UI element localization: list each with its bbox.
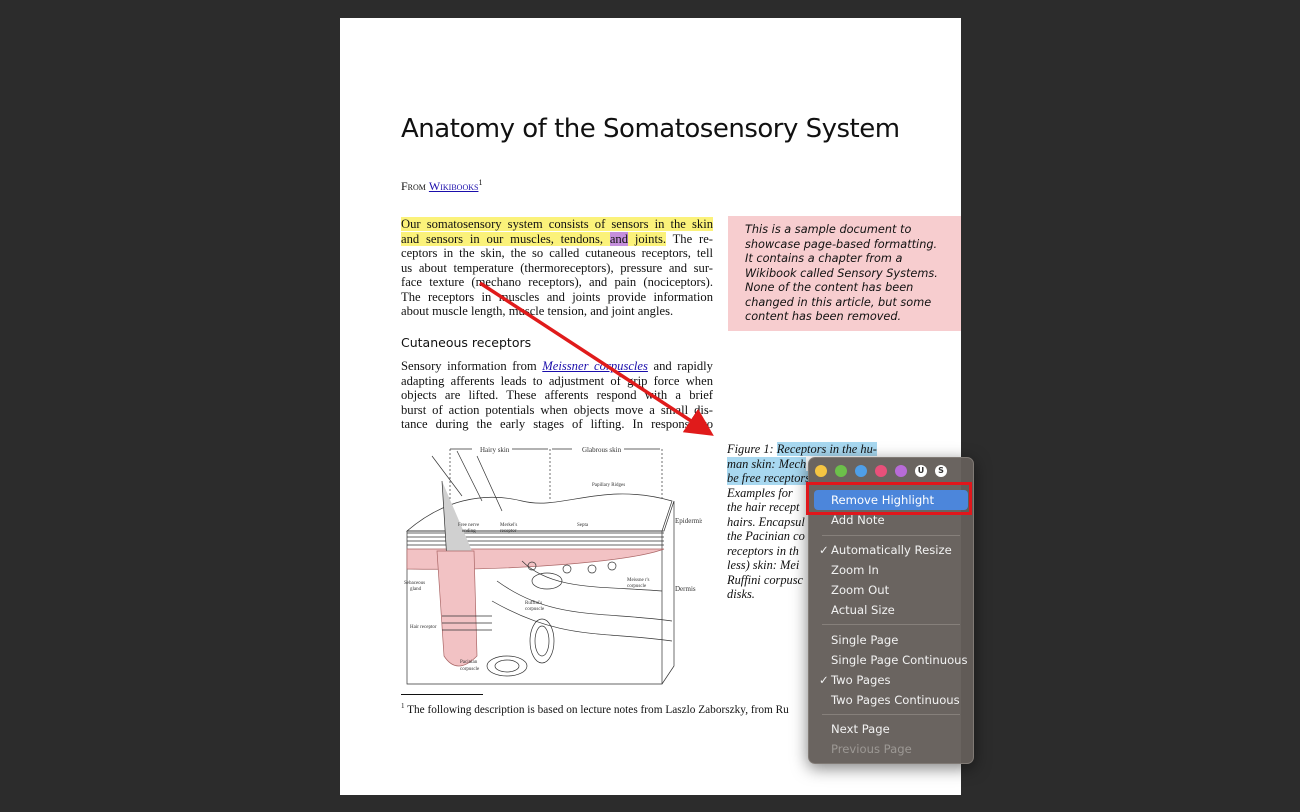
svg-text:corpuscle: corpuscle: [460, 667, 480, 672]
svg-text:corpuscle: corpuscle: [627, 584, 647, 589]
menu-item-single-page-continuous[interactable]: Single Page Continuous: [814, 650, 968, 670]
svg-text:Sebaceous: Sebaceous: [404, 581, 425, 586]
menu-item-single-page[interactable]: Single Page: [814, 630, 968, 650]
annotation-highlight-box: [806, 482, 972, 515]
skin-receptor-figure: Hairy skin Glabrous skin Papillary Ridge…: [404, 446, 702, 685]
svg-text:Free nerve: Free nerve: [458, 523, 480, 528]
svg-text:Septa: Septa: [577, 523, 589, 528]
menu-item-next-page[interactable]: Next Page: [814, 719, 968, 739]
menu-separator: [822, 714, 960, 715]
wikibooks-link[interactable]: Wikibooks: [429, 179, 479, 193]
menu-item-zoom-out[interactable]: Zoom Out: [814, 580, 968, 600]
svg-text:Epidermis: Epidermis: [675, 517, 702, 525]
svg-text:Ruffini's: Ruffini's: [525, 601, 542, 606]
svg-text:Papillary Ridges: Papillary Ridges: [592, 483, 625, 488]
section-paragraph: Sensory information from Meissner corpus…: [401, 359, 713, 431]
menu-item-actual-size[interactable]: Actual Size: [814, 600, 968, 620]
menu-item-automatically-resize[interactable]: ✓ Automatically Resize: [814, 540, 968, 560]
yellow-highlight[interactable]: Our somatosensory system consists of sen…: [401, 217, 713, 231]
svg-text:Meissne r's: Meissne r's: [627, 578, 649, 583]
menu-item-previous-page: Previous Page: [831, 742, 912, 756]
document-title: Anatomy of the Somatosensory System: [401, 114, 900, 144]
purple-highlight[interactable]: and: [609, 231, 629, 246]
checkmark-icon: ✓: [819, 543, 829, 557]
meissner-link[interactable]: Meissner corpuscles: [542, 359, 648, 373]
intro-paragraph: Our somatosensory system consists of sen…: [401, 217, 713, 318]
footnote-divider: [401, 694, 483, 695]
svg-text:corpuscle: corpuscle: [525, 607, 545, 612]
yellow-color-button[interactable]: [815, 465, 827, 477]
strikethrough-button[interactable]: S: [935, 465, 947, 477]
green-color-button[interactable]: [835, 465, 847, 477]
sidebar-note: This is a sample document to showcase pa…: [728, 216, 961, 331]
menu-separator: [822, 624, 960, 625]
svg-text:receptor: receptor: [500, 529, 517, 534]
svg-text:Hairy skin: Hairy skin: [480, 446, 510, 454]
menu-separator: [822, 535, 960, 536]
pink-color-button[interactable]: [875, 465, 887, 477]
menu-item-zoom-in[interactable]: Zoom In: [814, 560, 968, 580]
purple-color-button[interactable]: [895, 465, 907, 477]
section-heading: Cutaneous receptors: [401, 335, 532, 350]
menu-item-two-pages-continuous[interactable]: Two Pages Continuous: [814, 690, 968, 710]
highlight-color-picker: U S: [815, 465, 947, 477]
menu-item-two-pages[interactable]: ✓ Two Pages: [814, 670, 968, 690]
byline: From Wikibooks1: [401, 178, 483, 193]
checkmark-icon: ✓: [819, 673, 829, 687]
svg-text:Dermis: Dermis: [675, 585, 696, 593]
svg-text:Pacinian: Pacinian: [460, 660, 478, 665]
svg-text:Hair receptor: Hair receptor: [410, 625, 437, 630]
svg-text:Merkel's: Merkel's: [500, 523, 517, 528]
blue-highlight[interactable]: Receptors in the hu-: [776, 442, 877, 456]
svg-text:gland: gland: [410, 587, 422, 592]
svg-text:Glabrous skin: Glabrous skin: [582, 446, 622, 454]
footnote: 1 The following description is based on …: [401, 702, 789, 716]
blue-color-button[interactable]: [855, 465, 867, 477]
svg-text:ending: ending: [462, 529, 476, 534]
underline-button[interactable]: U: [915, 465, 927, 477]
